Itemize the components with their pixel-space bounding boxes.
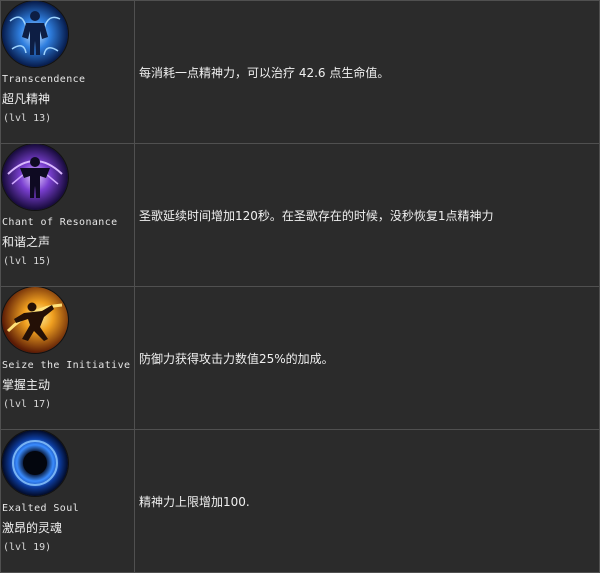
skill-name-cn: 掌握主动 bbox=[2, 378, 51, 392]
skill-description-cell: 精神力上限增加100. bbox=[134, 429, 600, 573]
skill-level: (lvl 13) bbox=[3, 113, 52, 124]
skill-info-cell: Chant of Resonance 和谐之声 (lvl 15) bbox=[0, 143, 135, 287]
skill-name-en: Chant of Resonance bbox=[2, 217, 118, 228]
skill-description-cell: 防御力获得攻击力数值25%的加成。 bbox=[134, 286, 600, 430]
skill-name-en: Seize the Initiative bbox=[2, 360, 131, 371]
skill-description: 圣歌延续时间增加120秒。在圣歌存在的时候，没秒恢复1点精神力 bbox=[139, 208, 494, 223]
skill-row-chant-of-resonance: Chant of Resonance 和谐之声 (lvl 15) 圣歌延续时间增… bbox=[0, 143, 600, 287]
skill-info-cell: Transcendence 超凡精神 (lvl 13) bbox=[0, 0, 135, 144]
skill-name-cn: 激昂的灵魂 bbox=[2, 521, 63, 535]
skill-row-seize-the-initiative: Seize the Initiative 掌握主动 (lvl 17) 防御力获得… bbox=[0, 286, 600, 430]
skill-name-cn: 超凡精神 bbox=[2, 92, 51, 106]
skill-info-cell: Exalted Soul 激昂的灵魂 (lvl 19) bbox=[0, 429, 135, 573]
skill-level: (lvl 17) bbox=[3, 399, 52, 410]
skill-description-cell: 每消耗一点精神力，可以治疗 42.6 点生命值。 bbox=[134, 0, 600, 144]
skill-name-cn: 和谐之声 bbox=[2, 235, 51, 249]
skill-row-transcendence: Transcendence 超凡精神 (lvl 13) 每消耗一点精神力，可以治… bbox=[0, 0, 600, 144]
seize-the-initiative-icon bbox=[2, 287, 68, 353]
transcendence-icon bbox=[2, 1, 68, 67]
skills-table: Transcendence 超凡精神 (lvl 13) 每消耗一点精神力，可以治… bbox=[0, 0, 600, 573]
skill-description: 精神力上限增加100. bbox=[139, 494, 250, 509]
skill-row-exalted-soul: Exalted Soul 激昂的灵魂 (lvl 19) 精神力上限增加100. bbox=[0, 429, 600, 573]
skill-name-en: Transcendence bbox=[2, 74, 86, 85]
skill-info-cell: Seize the Initiative 掌握主动 (lvl 17) bbox=[0, 286, 135, 430]
skill-description: 每消耗一点精神力，可以治疗 42.6 点生命值。 bbox=[139, 65, 390, 80]
skill-name-en: Exalted Soul bbox=[2, 503, 80, 514]
skill-description-cell: 圣歌延续时间增加120秒。在圣歌存在的时候，没秒恢复1点精神力 bbox=[134, 143, 600, 287]
exalted-soul-icon bbox=[2, 430, 68, 496]
skill-level: (lvl 15) bbox=[3, 256, 52, 267]
skill-level: (lvl 19) bbox=[3, 542, 52, 553]
skill-description: 防御力获得攻击力数值25%的加成。 bbox=[139, 351, 334, 366]
chant-of-resonance-icon bbox=[2, 144, 68, 210]
